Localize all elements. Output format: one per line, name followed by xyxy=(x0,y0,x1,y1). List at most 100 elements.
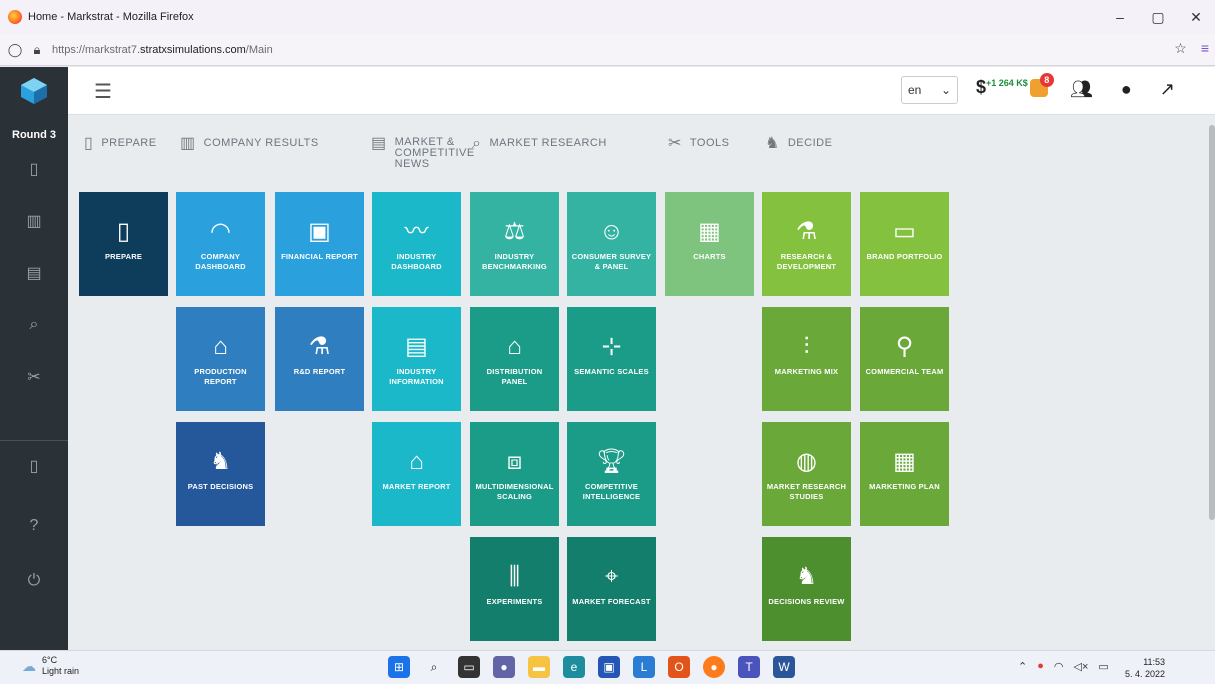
sidebar-tools-icon[interactable]: ✂ xyxy=(0,351,68,403)
tile-financial-report[interactable]: ▣ FINANCIAL REPORT xyxy=(275,192,364,296)
wifi-icon[interactable]: ◠ xyxy=(1054,660,1064,673)
tile-commercial-team[interactable]: ⚲ COMMERCIAL TEAM xyxy=(860,307,949,411)
main-dashboard: ▯ PREPARE ▥ COMPANY RESULTS ▤ MARKET & COMP… xyxy=(68,115,1215,650)
tile-market-report[interactable]: ⌂ MARKET REPORT xyxy=(372,422,461,526)
task-view-icon[interactable]: ▭ xyxy=(458,656,480,678)
category-company-results: ▥ COMPANY RESULTS xyxy=(180,135,319,152)
tile-marketing-mix[interactable]: ⫶ MARKETING MIX xyxy=(762,307,851,411)
tile-market-forecast[interactable]: ⌖ MARKET FORECAST xyxy=(567,537,656,641)
lock-icon[interactable]: 🔒︎ xyxy=(26,42,48,58)
minimize-button[interactable]: – xyxy=(1101,0,1139,34)
sidebar-manual-icon[interactable]: ▯ xyxy=(0,440,68,492)
markstrat-logo[interactable] xyxy=(0,67,68,115)
search-icon[interactable]: ⌕ xyxy=(423,656,445,678)
flask-icon: ⚗ xyxy=(308,333,331,360)
teams-icon[interactable]: T xyxy=(738,656,760,678)
tile-industry-information[interactable]: ▤ INDUSTRY INFORMATION xyxy=(372,307,461,411)
tile-industry-dashboard[interactable]: 〰 INDUSTRY DASHBOARD xyxy=(372,192,461,296)
chat-icon[interactable]: ● xyxy=(1121,79,1132,100)
chess-knight-icon: ♞ xyxy=(765,135,780,152)
tile-distribution-panel[interactable]: ⌂ DISTRIBUTION PANEL xyxy=(470,307,559,411)
tile-company-dashboard[interactable]: ◠ COMPANY DASHBOARD xyxy=(176,192,265,296)
scales-icon: ⊹ xyxy=(601,333,622,360)
sidebar-prepare-icon[interactable]: ▯ xyxy=(0,143,68,195)
language-select[interactable]: en ⌄ xyxy=(901,76,958,104)
tile-consumer-survey[interactable]: ☺ CONSUMER SURVEY & PANEL xyxy=(567,192,656,296)
tile-rd-report[interactable]: ⚗ R&D REPORT xyxy=(275,307,364,411)
market-buildings-icon: ⌂ xyxy=(409,448,424,475)
firefox-icon xyxy=(8,10,22,24)
menu-icon[interactable]: ≡ xyxy=(1201,40,1209,57)
teams-chat-icon[interactable]: ● xyxy=(493,656,515,678)
office-icon[interactable]: O xyxy=(668,656,690,678)
tile-decisions-review[interactable]: ♞ DECISIONS REVIEW xyxy=(762,537,851,641)
clipboard-chart-icon: ▣ xyxy=(308,218,331,245)
tile-past-decisions[interactable]: ♞ PAST DECISIONS xyxy=(176,422,265,526)
sidebar: Round 3 ▯ ▥ ▤ ⌕ ✂ ▯ ? ⏻ xyxy=(0,115,68,650)
start-icon[interactable]: ⊞ xyxy=(388,656,410,678)
shield-icon[interactable]: ◯ xyxy=(4,42,26,58)
system-tray[interactable]: ⌃ ● ◠ ◁× ▭ xyxy=(1018,660,1109,673)
tile-prepare[interactable]: ▯ PREPARE xyxy=(79,192,168,296)
telescope-icon: ⌖ xyxy=(604,563,619,590)
briefcase-icon: ▭ xyxy=(893,218,916,245)
edge-icon[interactable]: e xyxy=(563,656,585,678)
tile-research-development[interactable]: ⚗ RESEARCH & DEVELOPMENT xyxy=(762,192,851,296)
security-icon[interactable]: ● xyxy=(1037,660,1044,673)
flasks-icon: ⚗ xyxy=(795,218,818,245)
tools-icon: ✂ xyxy=(668,135,682,152)
weather-widget[interactable]: ☁ 6°C Light rain xyxy=(22,655,79,677)
sidebar-company-results-icon[interactable]: ▥ xyxy=(0,195,68,247)
presentation-chart-icon: ▦ xyxy=(698,218,721,245)
url-text[interactable]: https://markstrat7.stratxsimulations.com… xyxy=(52,44,273,56)
bookmark-star-icon[interactable]: ☆ xyxy=(1174,40,1187,57)
chess-knight-icon: ♞ xyxy=(209,448,232,475)
battery-icon[interactable]: ▭ xyxy=(1098,660,1108,673)
store-icon: ⌂ xyxy=(507,333,522,360)
volume-mute-icon[interactable]: ◁× xyxy=(1073,660,1088,673)
tile-industry-benchmarking[interactable]: ⚖ INDUSTRY BENCHMARKING xyxy=(470,192,559,296)
tile-brand-portfolio[interactable]: ▭ BRAND PORTFOLIO xyxy=(860,192,949,296)
category-decide: ♞ DECIDE xyxy=(765,135,833,152)
tile-marketing-plan[interactable]: ▦ MARKETING PLAN xyxy=(860,422,949,526)
sidebar-search-icon[interactable]: ⌕ xyxy=(0,299,68,351)
windows-taskbar: ☁ 6°C Light rain ⊞ ⌕ ▭ ● ▬ e ▣ L O ● T W … xyxy=(0,650,1215,684)
rain-cloud-icon: ☁ xyxy=(22,657,36,674)
person-list-icon: ☺ xyxy=(599,218,624,245)
tile-experiments[interactable]: ⫼ EXPERIMENTS xyxy=(470,537,559,641)
notification-icon[interactable]: 8 xyxy=(1029,73,1054,98)
word-icon[interactable]: W xyxy=(773,656,795,678)
chevron-up-icon[interactable]: ⌃ xyxy=(1018,660,1027,673)
cash-indicator[interactable]: $+1 264 K$ 8 xyxy=(976,73,1054,98)
store-icon[interactable]: ▣ xyxy=(598,656,620,678)
help-icon[interactable]: ? xyxy=(0,500,68,552)
factory-icon: ⌂ xyxy=(213,333,228,360)
tile-competitive-intelligence[interactable]: 🏆︎ COMPETITIVE INTELLIGENCE xyxy=(567,422,656,526)
tile-market-research-studies[interactable]: ◍ MARKET RESEARCH STUDIES xyxy=(762,422,851,526)
clock[interactable]: 11:53 5. 4. 2022 xyxy=(1125,656,1165,680)
chess-knight-icon: ♞ xyxy=(795,563,818,590)
l-app-icon[interactable]: L xyxy=(633,656,655,678)
hamburger-menu-icon[interactable]: ☰ xyxy=(94,79,112,104)
tile-multidimensional-scaling[interactable]: ⧈ MULTIDIMENSIONAL SCALING xyxy=(470,422,559,526)
firefox-icon[interactable]: ● xyxy=(703,656,725,678)
calendar-icon: ▦ xyxy=(893,448,916,475)
file-explorer-icon[interactable]: ▬ xyxy=(528,656,550,678)
sliders-icon: ⫶ xyxy=(803,333,810,360)
power-icon[interactable]: ⏻ xyxy=(0,555,68,607)
team-icon[interactable]: 👥︎ xyxy=(1070,79,1093,100)
maximize-button[interactable]: ▢ xyxy=(1139,0,1177,34)
category-news: ▤ MARKET & COMPETITIVE NEWS xyxy=(371,135,475,170)
category-prepare: ▯ PREPARE xyxy=(84,135,157,152)
category-tools: ✂ TOOLS xyxy=(668,135,730,152)
tile-charts[interactable]: ▦ CHARTS xyxy=(665,192,754,296)
external-link-icon[interactable]: ↗ xyxy=(1160,79,1175,100)
tile-semantic-scales[interactable]: ⊹ SEMANTIC SCALES xyxy=(567,307,656,411)
balance-icon: ⚖ xyxy=(503,218,526,245)
address-bar[interactable]: ◯ 🔒︎ https://markstrat7.stratxsimulation… xyxy=(0,34,1215,66)
sidebar-news-icon[interactable]: ▤ xyxy=(0,247,68,299)
newspaper-icon: ▤ xyxy=(371,135,387,152)
tile-production-report[interactable]: ⌂ PRODUCTION REPORT xyxy=(176,307,265,411)
page-scrollbar[interactable] xyxy=(1209,125,1215,520)
close-button[interactable]: ✕ xyxy=(1177,0,1215,34)
